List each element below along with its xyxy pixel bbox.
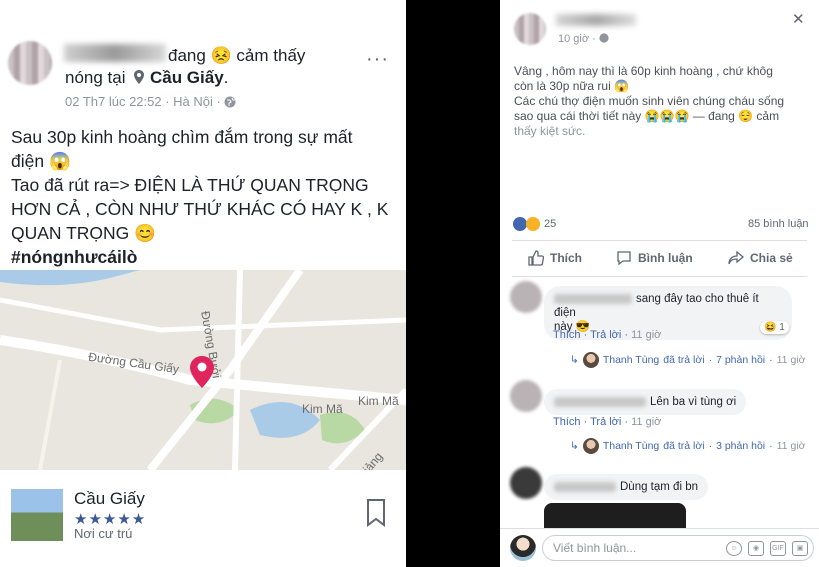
gif-icon[interactable]: GIF: [770, 541, 786, 556]
comment-button[interactable]: Bình luận: [616, 250, 693, 266]
like-label: Thích: [550, 251, 582, 265]
comment-reply-link[interactable]: Trả lời: [590, 329, 621, 341]
post-line: QUAN TRỌNG 😊: [11, 223, 156, 243]
map-pin-icon: [190, 356, 214, 388]
reply-count: 3 phản hồi: [716, 440, 766, 452]
location-card-name[interactable]: Cầu Giấy: [74, 489, 145, 509]
haha-reaction-icon: [526, 217, 540, 231]
commenter-avatar[interactable]: [510, 281, 542, 313]
map-label: Kim Mã: [302, 402, 343, 416]
reply-count: 7 phản hồi: [716, 354, 766, 366]
commenter-avatar[interactable]: [510, 467, 542, 499]
hashtag-link[interactable]: #nóngnhưcáilò: [11, 245, 396, 269]
map-label: Kim Mã: [358, 394, 399, 408]
comment-label: Bình luận: [638, 251, 693, 265]
post-line: điện 😱: [11, 151, 71, 171]
comment-reply-link[interactable]: Trả lời: [590, 416, 621, 428]
bookmark-icon[interactable]: [366, 499, 386, 527]
globe-icon: [599, 33, 609, 43]
comment-bubble: Lên ba vì tùng ơi: [544, 389, 747, 415]
replies-link[interactable]: ↳ Thanh Tùng đã trả lời · 3 phản hồi · 1…: [570, 438, 806, 454]
location-prefix: nóng tại: [65, 68, 126, 87]
globe-icon: [224, 96, 236, 108]
location-thumbnail[interactable]: [11, 489, 63, 541]
post-line: HƠN CẢ , CÒN NHƯ THỨ KHÁC CÓ HAY K , K: [11, 199, 389, 219]
post-line: còn là 30p nữa rui 😱: [514, 79, 630, 93]
map-view[interactable]: Đường Cầu Giấy Đường Bưởi Kim Mã Kim Mã …: [0, 270, 406, 470]
post-time-text: 10 giờ ·: [558, 33, 599, 45]
thumbs-up-icon: [528, 250, 544, 266]
emoji-icon[interactable]: ☺: [726, 541, 742, 556]
replier-name: Thanh Tùng: [602, 440, 660, 452]
close-button[interactable]: ✕: [792, 10, 805, 28]
post-time[interactable]: 10 giờ ·: [558, 33, 609, 45]
my-avatar: [510, 535, 536, 561]
replier-avatar: [582, 438, 599, 454]
comment-actions: Thích · Trả lời · 11 giờ: [553, 416, 662, 428]
comment-actions: Thích · Trả lời · 11 giờ: [553, 329, 662, 341]
author-name-blurred[interactable]: [64, 44, 166, 62]
post-line: Vâng , hôm nay thì là 60p kinh hoàng , c…: [514, 64, 773, 78]
right-post: 10 giờ · ✕ Vâng , hôm nay thì là 60p kin…: [500, 0, 819, 567]
post-meta: 02 Th7 lúc 22:52 · Hà Nội ·: [65, 94, 236, 109]
feeling-text: đang 😣 cảm thấy: [168, 46, 306, 65]
comment-time: 11 giờ: [631, 416, 662, 428]
post-line: Tao đã rút ra=> ĐIỆN LÀ THỨ QUAN TRỌNG: [11, 175, 369, 195]
share-label: Chia sẻ: [750, 251, 793, 265]
comment-like-link[interactable]: Thích: [553, 416, 581, 428]
post-timestamp[interactable]: 02 Th7 lúc 22:52 · Hà Nội ·: [65, 94, 224, 109]
commenter-name-blurred[interactable]: [554, 396, 646, 407]
location-link[interactable]: Cầu Giấy: [150, 68, 224, 87]
comment-reaction-count: 1: [779, 322, 785, 333]
replier-avatar: [582, 352, 599, 368]
commenter-name-blurred[interactable]: [554, 481, 616, 492]
share-icon: [728, 250, 744, 265]
post-body: Vâng , hôm nay thì là 60p kinh hoàng , c…: [514, 64, 804, 139]
comment-reaction-badge[interactable]: 😆 1: [760, 321, 789, 334]
reply-time: 11 giờ: [776, 354, 806, 366]
reply-arrow-icon: ↳: [570, 440, 579, 452]
location-card-subtitle: Nơi cư trú: [74, 526, 133, 541]
more-options-button[interactable]: ···: [366, 48, 389, 71]
camera-icon[interactable]: ◉: [748, 541, 764, 556]
comment-icon: [617, 251, 631, 266]
reply-arrow-icon: ↳: [570, 354, 579, 366]
reaction-count[interactable]: 25: [544, 218, 556, 230]
location-pin-icon: [134, 70, 145, 84]
reply-action: đã trả lời: [663, 440, 705, 452]
commenter-name-blurred[interactable]: [554, 293, 632, 304]
like-button[interactable]: Thích: [528, 250, 582, 266]
reply-time: 11 giờ: [776, 440, 806, 452]
sticker-icon[interactable]: ▣: [792, 541, 808, 556]
post-line: Các chú thợ điện muốn sinh viên chúng ch…: [514, 94, 785, 108]
comment-time: 11 giờ: [631, 329, 662, 341]
replier-name: Thanh Tùng: [602, 354, 660, 366]
comment-count[interactable]: 85 bình luận: [748, 218, 809, 230]
divider: [512, 240, 807, 241]
post-line: Sau 30p kinh hoàng chìm đắm trong sự mất: [11, 127, 353, 147]
divider: [512, 276, 807, 277]
comment-like-link[interactable]: Thích: [553, 329, 581, 341]
comment-text: Dùng tạm đi bn: [620, 481, 698, 493]
location-line: nóng tại Cầu Giấy.: [65, 68, 229, 87]
like-reaction-icon: [513, 217, 527, 231]
comment-attached-image[interactable]: [544, 503, 686, 529]
reply-action: đã trả lời: [663, 354, 705, 366]
composer-tools: ☺ ◉ GIF ▣: [726, 541, 808, 556]
replies-link[interactable]: ↳ Thanh Tùng đã trả lời · 7 phản hồi · 1…: [570, 352, 806, 368]
post-body: Sau 30p kinh hoàng chìm đắm trong sự mất…: [11, 125, 396, 269]
comment-bubble: Dùng tạm đi bn: [544, 474, 708, 500]
author-name-blurred[interactable]: [556, 14, 636, 26]
post-line: thấy kiệt sức.: [514, 124, 586, 138]
author-avatar[interactable]: [514, 13, 546, 45]
left-post: đang 😣 cảm thấy nóng tại Cầu Giấy. 02 Th…: [0, 0, 406, 567]
share-button[interactable]: Chia sẻ: [728, 250, 793, 266]
commenter-avatar[interactable]: [510, 380, 542, 412]
author-avatar[interactable]: [8, 41, 52, 85]
comment-text: Lên ba vì tùng ơi: [650, 396, 737, 408]
post-line: sao qua cái thời tiết này 😭😭😭 — đang 😌 c…: [514, 109, 780, 123]
